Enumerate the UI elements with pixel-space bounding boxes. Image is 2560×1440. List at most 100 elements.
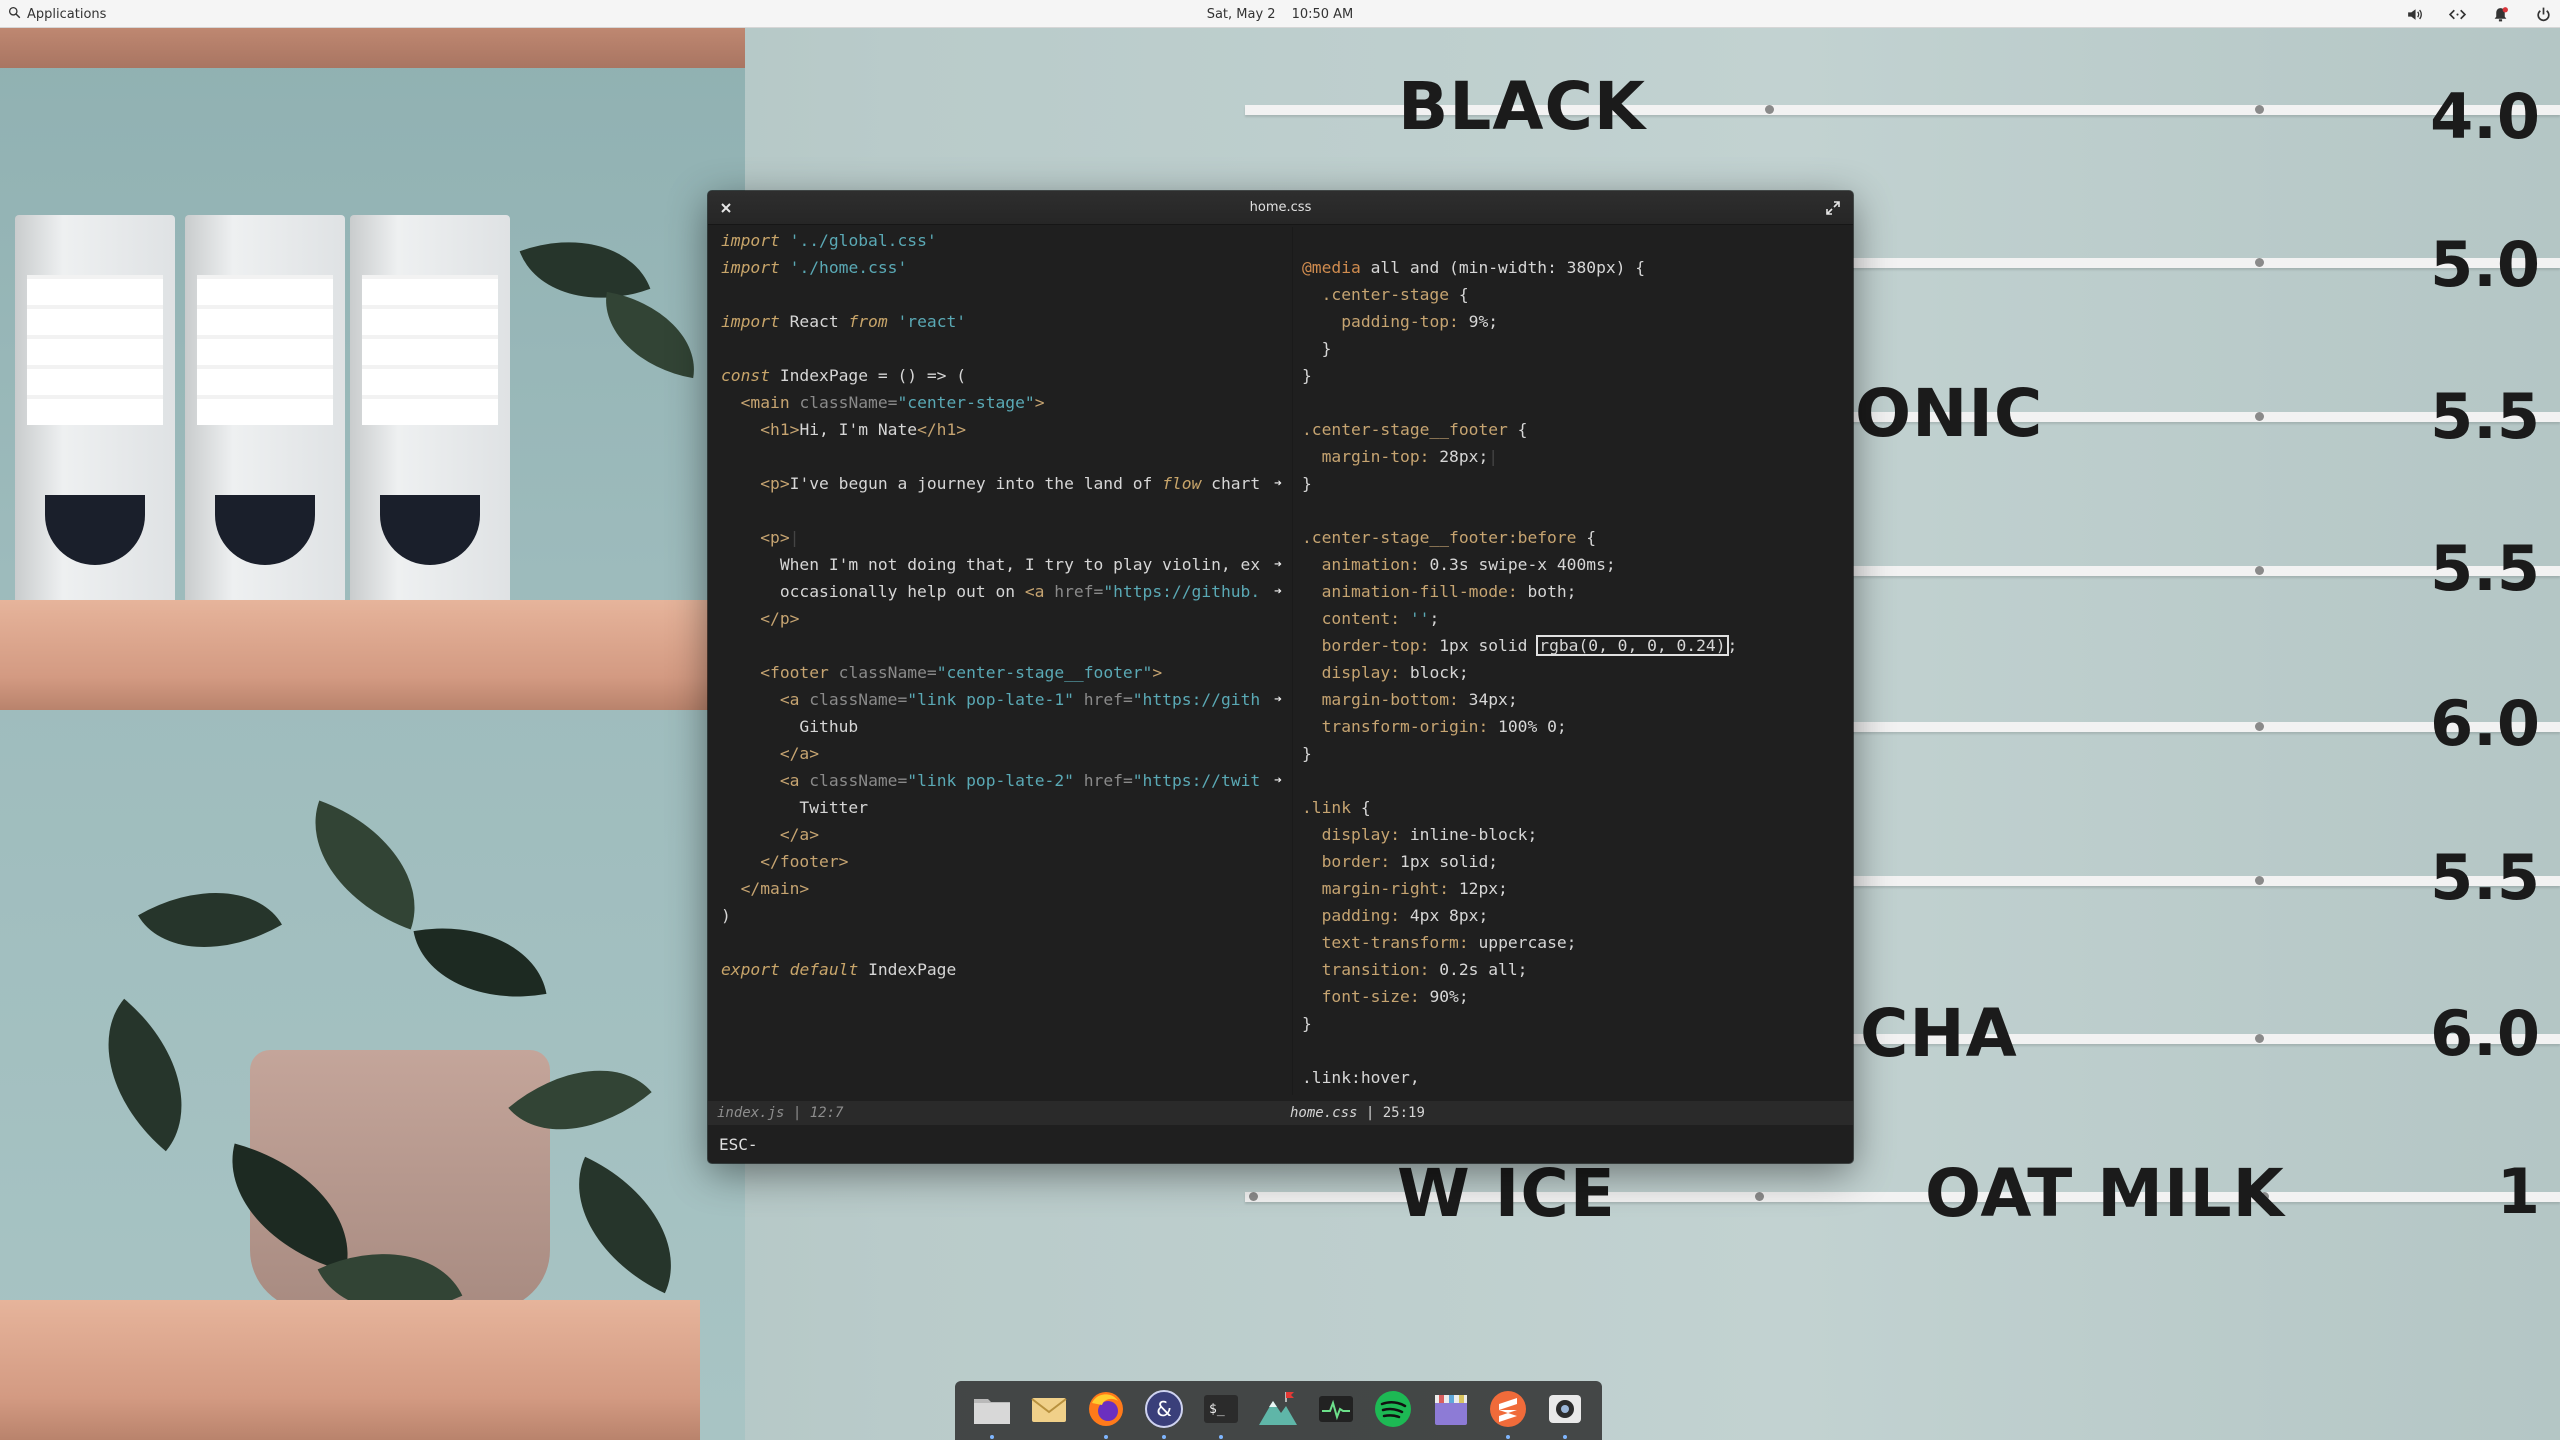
code-line: margin-top: 28px;| [1321, 447, 1499, 466]
window-titlebar[interactable]: home.css [708, 191, 1853, 225]
line-wrap-marker: ➔ [1274, 476, 1282, 491]
code-line: margin-bottom: 34px; [1321, 690, 1518, 709]
wallpaper-menu-price: 4.0 [2430, 80, 2540, 153]
wallpaper-menu-price: 6.0 [2430, 997, 2540, 1070]
spotify-icon [1371, 1387, 1415, 1435]
wallpaper-carton [350, 215, 510, 605]
code-line: } [1302, 474, 1312, 493]
code-line: .center-stage__footer:before { [1302, 528, 1597, 547]
editor-window[interactable]: home.css import '../global.css' import '… [708, 191, 1853, 1163]
code-line: <a className="link pop-late-1" href="htt… [779, 690, 1261, 709]
code-line: import React from 'react' [721, 312, 967, 331]
wallpaper-menu-price: 5.5 [2430, 380, 2540, 453]
code-line: Github [721, 717, 859, 736]
code-line: </a> [779, 744, 820, 763]
system-indicators [2406, 0, 2552, 28]
code-line: </a> [779, 825, 820, 844]
editor-statusbar: index.js | 12:7 home.css | 25:19 [708, 1101, 1853, 1125]
terminal-icon: $_ [1199, 1387, 1243, 1435]
right-pane-position: | 25:19 [1357, 1105, 1425, 1121]
dock-item-firefox[interactable] [1082, 1387, 1130, 1439]
code-line: <p>I've begun a journey into the land of… [760, 474, 1261, 493]
wallpaper-menu-price: 1 [2496, 1155, 2540, 1228]
right-pane-status: home.css | 25:19 [1290, 1101, 1425, 1125]
code-line: .link:focus { [1302, 1091, 1429, 1095]
code-line: </main> [740, 879, 810, 898]
appcenter-icon [1429, 1387, 1473, 1435]
line-wrap-marker: ➔ [1274, 692, 1282, 707]
code-line: padding-top: 9%; [1341, 312, 1499, 331]
sublime-icon [1486, 1387, 1530, 1435]
dock-item-system-monitor[interactable] [1312, 1387, 1360, 1435]
dock-item-appcenter[interactable] [1427, 1387, 1475, 1435]
code-line: content: ''; [1321, 609, 1440, 628]
minibuffer[interactable]: ESC- [719, 1133, 758, 1157]
dock-item-mail[interactable] [1025, 1387, 1073, 1435]
wallpaper-carton [185, 215, 345, 605]
wallpaper-menu-price: 5.0 [2430, 228, 2540, 301]
code-line: .link:hover, [1302, 1068, 1420, 1087]
svg-text:&: & [1156, 1397, 1172, 1421]
code-line: <footer className="center-stage__footer"… [760, 663, 1163, 682]
code-line: <main className="center-stage"> [740, 393, 1045, 412]
code-line: display: inline-block; [1321, 825, 1538, 844]
line-wrap-marker: ➔ [1274, 773, 1282, 788]
wallpaper-menu-word: OAT MILK [1925, 1155, 2285, 1232]
code-line: font-size: 90%; [1321, 987, 1469, 1006]
code-line: border: 1px solid; [1321, 852, 1499, 871]
code-line: padding: 4px 8px; [1321, 906, 1489, 925]
maximize-icon[interactable] [1825, 200, 1841, 216]
code-line: animation: 0.3s swipe-x 400ms; [1321, 555, 1616, 574]
code-line: @media all and (min-width: 380px) { [1302, 258, 1646, 277]
dock-item-spotify[interactable] [1369, 1387, 1417, 1435]
dock-item-emacs[interactable]: & [1140, 1387, 1188, 1439]
volume-icon[interactable] [2406, 6, 2423, 23]
code-line: </footer> [760, 852, 849, 871]
code-line: When I'm not doing that, I try to play v… [721, 555, 1261, 574]
datetime-indicator[interactable]: Sat, May 2 10:50 AM [1207, 0, 1354, 28]
code-line: import '../global.css' [721, 231, 937, 250]
code-line: </p> [760, 609, 800, 628]
code-pane-home-css[interactable]: @media all and (min-width: 380px) { .cen… [1292, 227, 1853, 1095]
dock-item-sublime[interactable] [1484, 1387, 1532, 1439]
mail-icon [1027, 1387, 1071, 1435]
applications-menu-button[interactable]: Applications [8, 0, 106, 28]
code-line: animation-fill-mode: both; [1321, 582, 1577, 601]
code-line: transform-origin: 100% 0; [1321, 717, 1567, 736]
code-line: occasionally help out on <a href="https:… [721, 582, 1261, 601]
peak-icon [1256, 1387, 1300, 1435]
right-pane-filename: home.css [1290, 1105, 1358, 1121]
dock-item-peak[interactable] [1254, 1387, 1302, 1435]
code-line: } [1302, 1014, 1312, 1033]
dock: & $_ [955, 1381, 1602, 1440]
code-line: ) [721, 906, 731, 925]
code-line: text-transform: uppercase; [1321, 933, 1577, 952]
emacs-icon: & [1142, 1387, 1186, 1435]
code-line: .center-stage { [1321, 285, 1469, 304]
time-label: 10:50 AM [1291, 6, 1354, 22]
notifications-icon[interactable] [2492, 6, 2509, 23]
code-line: .link { [1302, 798, 1371, 817]
code-line: import './home.css' [721, 258, 908, 277]
code-line: display: block; [1321, 663, 1469, 682]
date-label: Sat, May 2 [1206, 6, 1276, 22]
dock-item-screenshot[interactable] [1541, 1387, 1589, 1439]
code-line: <h1>Hi, I'm Nate</h1> [760, 420, 967, 439]
network-icon[interactable] [2449, 6, 2466, 23]
wallpaper-menu-word: ONIC [1855, 375, 2044, 452]
dock-item-files[interactable] [968, 1387, 1016, 1439]
code-line: Twitter [721, 798, 869, 817]
code-line: const IndexPage = () => ( [721, 366, 967, 385]
code-line: <p>| [760, 528, 800, 547]
line-wrap-marker: ➔ [1274, 557, 1282, 572]
code-line: .center-stage__footer { [1302, 420, 1528, 439]
code-pane-index-js[interactable]: import '../global.css' import './home.cs… [708, 227, 1286, 1095]
code-line: export default IndexPage [721, 960, 957, 979]
wallpaper-menu-price: 6.0 [2430, 687, 2540, 760]
code-line: border-top: 1px solid rgba(0, 0, 0, 0.24… [1321, 635, 1738, 656]
wallpaper-shelf-bottom [0, 1300, 700, 1440]
dock-item-terminal[interactable]: $_ [1197, 1387, 1245, 1439]
power-icon[interactable] [2535, 6, 2552, 23]
code-line: margin-right: 12px; [1321, 879, 1508, 898]
wallpaper-shelf-middle [0, 600, 745, 710]
